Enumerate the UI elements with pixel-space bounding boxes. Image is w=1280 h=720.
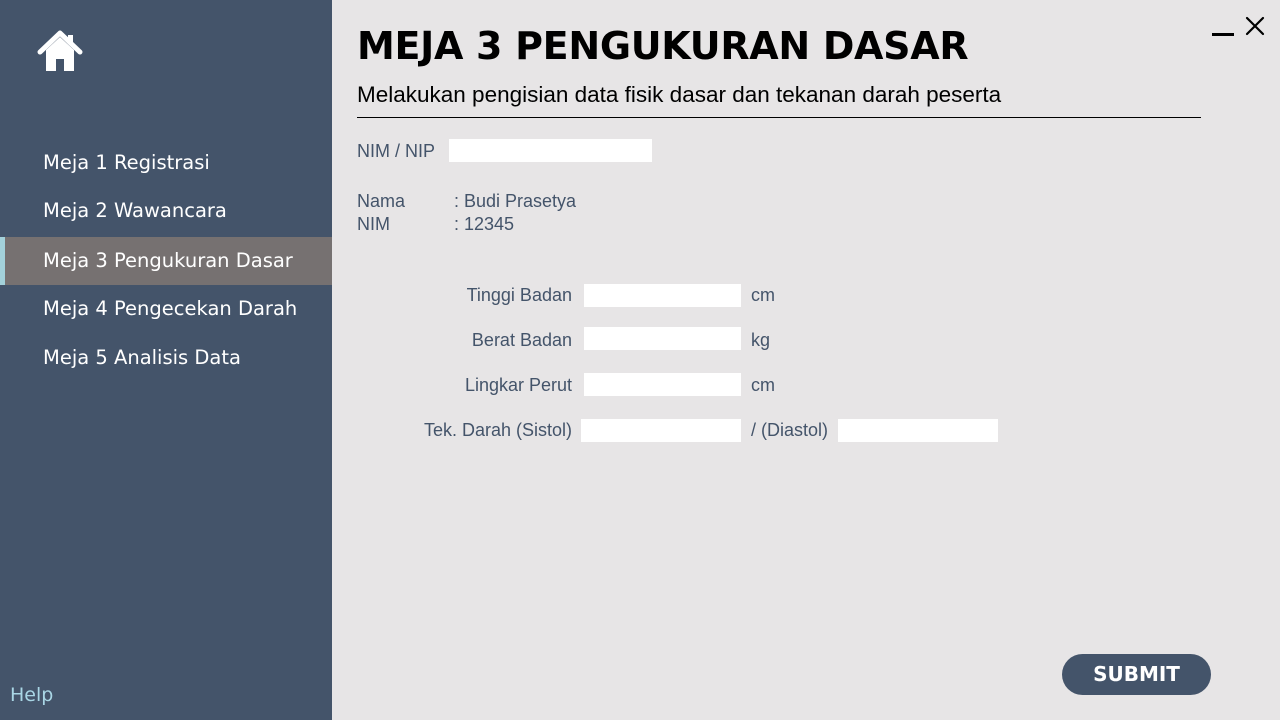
minimize-icon[interactable] [1212, 22, 1234, 36]
tinggi-badan-unit: cm [751, 285, 775, 305]
nama-value: : Budi Prasetya [454, 191, 577, 211]
nim-value: : 12345 [454, 214, 515, 234]
sidebar-item-analisis-data[interactable]: Meja 5 Analisis Data [0, 334, 332, 382]
submit-button[interactable]: SUBMIT [1062, 654, 1211, 695]
sidebar-item-wawancara[interactable]: Meja 2 Wawancara [0, 187, 332, 235]
sidebar-item-pengecekan-darah[interactable]: Meja 4 Pengecekan Darah [0, 285, 332, 333]
tinggi-badan-input[interactable] [584, 284, 741, 307]
page-title: MEJA 3 PENGUKURAN DASAR [357, 24, 969, 68]
nama-label: Nama [357, 191, 406, 211]
lingkar-perut-unit: cm [751, 375, 775, 395]
page-subtitle: Melakukan pengisian data fisik dasar dan… [357, 82, 1002, 107]
tinggi-badan-label: Tinggi Badan [466, 285, 572, 305]
berat-badan-label: Berat Badan [471, 330, 572, 350]
berat-badan-input[interactable] [584, 327, 741, 350]
nim-label: NIM [357, 214, 390, 234]
lingkar-perut-label: Lingkar Perut [464, 375, 572, 395]
sidebar-item-pengukuran-dasar[interactable]: Meja 3 Pengukuran Dasar [0, 237, 332, 285]
close-icon[interactable] [1243, 14, 1267, 38]
diastol-label: / (Diastol) [751, 420, 829, 440]
help-link[interactable]: Help [10, 684, 53, 706]
sidebar: Meja 1 Registrasi Meja 2 Wawancara Meja … [0, 0, 332, 720]
home-icon[interactable] [37, 30, 83, 74]
sistol-label: Tek. Darah (Sistol) [423, 420, 572, 440]
lingkar-perut-input[interactable] [584, 373, 741, 396]
nim-nip-label: NIM / NIP [357, 141, 436, 161]
nim-nip-input[interactable] [449, 139, 652, 162]
header-divider [357, 117, 1201, 118]
berat-badan-unit: kg [751, 330, 771, 350]
sistol-input[interactable] [581, 419, 741, 442]
diastol-input[interactable] [838, 419, 998, 442]
sidebar-item-registrasi[interactable]: Meja 1 Registrasi [0, 139, 332, 187]
